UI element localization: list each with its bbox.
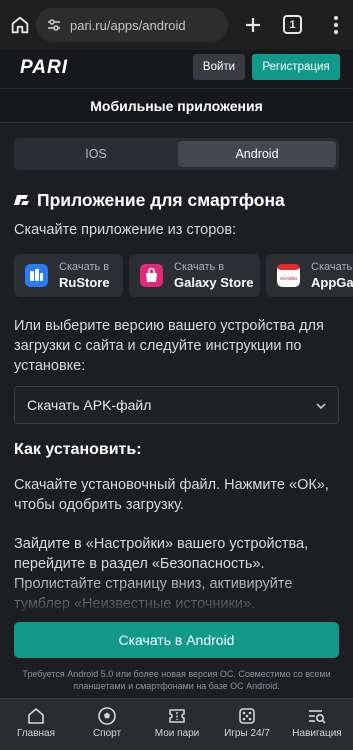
browser-home-button[interactable] bbox=[0, 0, 40, 50]
svg-text:HUAWEI: HUAWEI bbox=[280, 276, 298, 281]
bottom-navigation: Главная Спорт Мои пари Игры 24/7 Навигац… bbox=[0, 698, 353, 750]
huawei-icon: HUAWEI bbox=[277, 264, 300, 287]
download-android-button[interactable]: Скачать в Android bbox=[14, 622, 339, 658]
url-text: pari.ru/apps/android bbox=[70, 17, 186, 33]
page-title-bar: Мобильные приложения bbox=[0, 88, 353, 122]
store-card-caption: Скачать в bbox=[59, 261, 110, 273]
apk-download-select[interactable]: Скачать APK-файл bbox=[14, 386, 339, 424]
login-button[interactable]: Войти bbox=[193, 54, 245, 80]
nav-item-home[interactable]: Главная bbox=[1, 699, 71, 750]
store-card-name: RuStore bbox=[59, 275, 110, 290]
store-card-name: AppGallery bbox=[311, 275, 353, 290]
store-list: Скачать в RuStore Скачать в Galaxy Store… bbox=[14, 254, 353, 297]
nav-item-navigation[interactable]: Навигация bbox=[282, 699, 352, 750]
content-fade-overlay bbox=[0, 575, 353, 615]
tab-switcher-button[interactable]: 1 bbox=[283, 15, 302, 34]
install-instructions-title: Как установить: bbox=[14, 441, 142, 458]
dice-icon bbox=[239, 708, 255, 724]
galaxy-store-icon bbox=[140, 264, 163, 287]
chevron-down-icon bbox=[316, 403, 326, 410]
browser-menu-button[interactable] bbox=[326, 12, 346, 38]
address-bar[interactable]: pari.ru/apps/android bbox=[36, 8, 228, 42]
pari-logo[interactable]: PARI bbox=[20, 56, 92, 78]
stores-text: Скачайте приложение из сторов: bbox=[14, 222, 237, 238]
store-card-galaxy-store[interactable]: Скачать в Galaxy Store bbox=[129, 254, 260, 297]
menu-search-icon bbox=[309, 710, 326, 724]
choose-version-text: Или выберите версию вашего устройства дл… bbox=[14, 318, 324, 374]
home-icon bbox=[28, 708, 44, 724]
tab-ios[interactable]: IOS bbox=[17, 141, 175, 167]
tune-icon[interactable] bbox=[44, 15, 64, 35]
nav-item-games[interactable]: Игры 24/7 bbox=[212, 699, 282, 750]
install-step: Скачайте установочный файл. Нажмите «ОК»… bbox=[14, 477, 329, 513]
page-title: Мобильные приложения bbox=[90, 97, 263, 114]
new-tab-button[interactable] bbox=[240, 12, 266, 38]
apk-select-value: Скачать APK-файл bbox=[27, 397, 152, 413]
ball-icon bbox=[98, 707, 116, 725]
os-switch: IOS Android bbox=[14, 138, 339, 170]
section-title: Приложение для смартфона bbox=[37, 189, 285, 210]
store-card-caption: Скачать в bbox=[174, 261, 225, 273]
home-icon bbox=[11, 16, 29, 34]
requirements-text: Требуется Android 5.0 или более новая ве… bbox=[22, 669, 331, 691]
tab-android[interactable]: Android bbox=[178, 141, 336, 167]
browser-toolbar: pari.ru/apps/android 1 bbox=[0, 0, 353, 50]
rustore-icon bbox=[25, 264, 48, 287]
plus-icon bbox=[246, 18, 260, 32]
divider bbox=[0, 122, 353, 123]
store-card-caption: Скачать в bbox=[311, 261, 353, 273]
nav-label: Главная bbox=[16, 728, 56, 739]
nav-label: Мои пари bbox=[154, 728, 200, 739]
store-card-appgallery[interactable]: HUAWEI Скачать в AppGallery bbox=[266, 254, 353, 297]
nav-label: Игры 24/7 bbox=[224, 728, 270, 739]
site-header: PARI Войти Регистрация bbox=[0, 50, 353, 88]
svg-text:PARI: PARI bbox=[20, 57, 68, 78]
store-card-rustore[interactable]: Скачать в RuStore bbox=[14, 254, 123, 297]
nav-item-my-bets[interactable]: Мои пари bbox=[142, 699, 212, 750]
nav-label: Спорт bbox=[92, 728, 122, 739]
ticket-icon bbox=[169, 709, 185, 723]
section-header: Приложение для смартфона bbox=[14, 188, 285, 212]
more-vertical-icon bbox=[334, 16, 338, 34]
register-button[interactable]: Регистрация bbox=[252, 54, 340, 80]
nav-label: Навигация bbox=[292, 728, 342, 739]
nav-item-sport[interactable]: Спорт bbox=[72, 699, 142, 750]
store-card-name: Galaxy Store bbox=[174, 275, 254, 290]
pari-mark-icon bbox=[14, 195, 29, 205]
